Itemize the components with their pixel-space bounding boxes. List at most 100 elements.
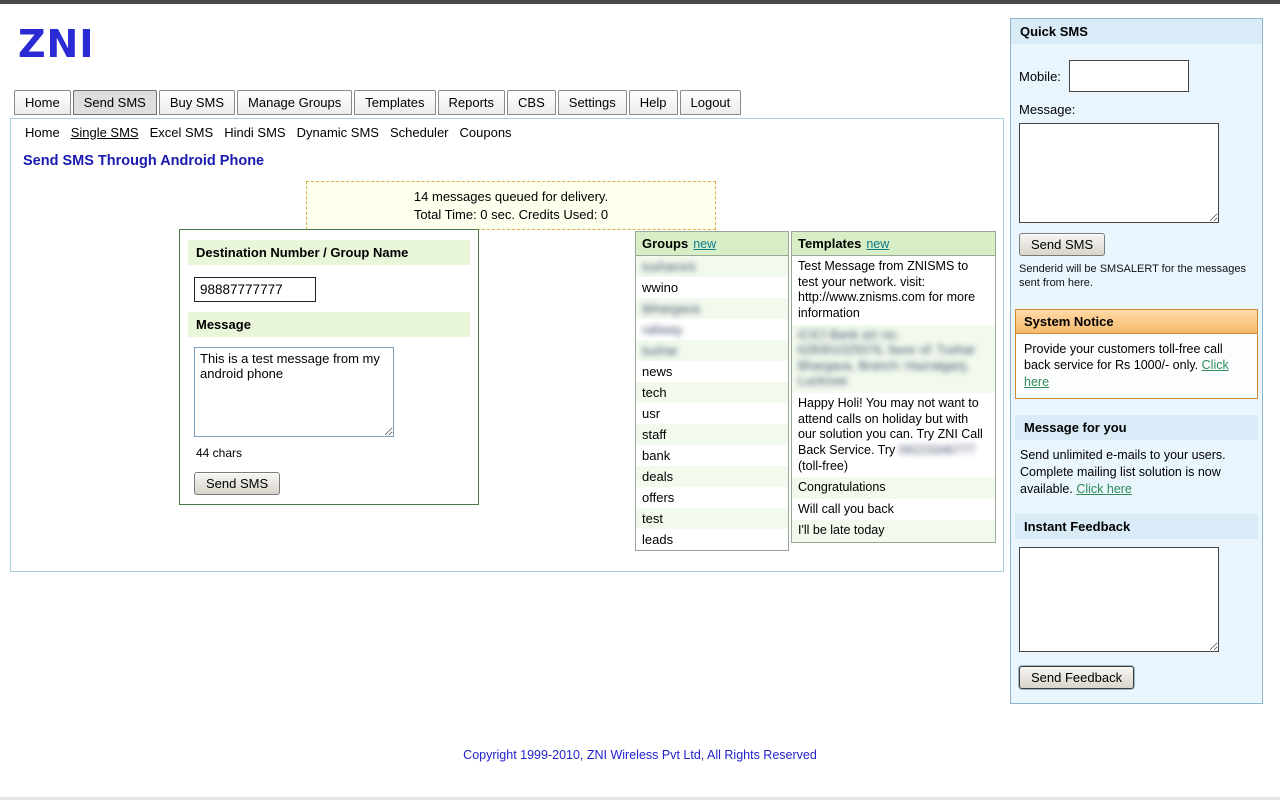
subnav-home[interactable]: Home — [25, 125, 60, 140]
template-row[interactable]: Congratulations — [792, 477, 995, 499]
send-feedback-button[interactable]: Send Feedback — [1019, 666, 1134, 689]
group-row[interactable]: staff — [636, 424, 788, 445]
template-text: (toll-free) — [798, 459, 848, 473]
groups-table: Groups new tusharoni wwino tbhargava railway… — [635, 231, 789, 551]
group-row[interactable]: news — [636, 361, 788, 382]
group-row[interactable]: usr — [636, 403, 788, 424]
subnav-coupons[interactable]: Coupons — [460, 125, 512, 140]
groups-title: Groups — [642, 236, 688, 251]
tab-logout[interactable]: Logout — [680, 90, 742, 115]
group-name: railway — [642, 322, 682, 337]
template-row[interactable]: Happy Holi! You may not want to attend c… — [792, 393, 995, 477]
group-name: news — [642, 364, 672, 379]
message-for-you-body: Send unlimited e-mails to your users. Co… — [1011, 440, 1262, 498]
template-text: Will call you back — [798, 502, 894, 516]
mobile-row: Mobile: — [1019, 60, 1254, 92]
sidebar: Quick SMS Mobile: Message: Send SMS Send… — [1010, 18, 1263, 704]
groups-new-link[interactable]: new — [693, 237, 716, 251]
templates-title: Templates — [798, 236, 861, 251]
group-name: wwino — [642, 280, 678, 295]
group-name: offers — [642, 490, 674, 505]
group-name: tushar — [642, 343, 678, 358]
group-name: tbhargava — [642, 301, 700, 316]
tab-cbs[interactable]: CBS — [507, 90, 556, 115]
subnav-excel-sms[interactable]: Excel SMS — [150, 125, 214, 140]
template-row[interactable]: Test Message from ZNISMS to test your ne… — [792, 256, 995, 325]
templates-header: Templates new — [792, 232, 995, 256]
footer: Copyright 1999-2010, ZNI Wireless Pvt Lt… — [0, 748, 1280, 762]
main-nav: HomeSend SMSBuy SMSManage GroupsTemplate… — [14, 90, 741, 115]
templates-table: Templates new Test Message from ZNISMS to… — [791, 231, 996, 543]
mobile-label: Mobile: — [1019, 69, 1061, 84]
template-text: 09223346777 — [899, 443, 975, 457]
group-row[interactable]: tbhargava — [636, 298, 788, 319]
groups-header: Groups new — [636, 232, 788, 256]
group-name: tusharoni — [642, 259, 695, 274]
groups-list: tusharoni wwino tbhargava railway tushar news… — [636, 256, 788, 550]
group-row[interactable]: deals — [636, 466, 788, 487]
group-name: bank — [642, 448, 670, 463]
group-row[interactable]: tech — [636, 382, 788, 403]
group-row[interactable]: railway — [636, 319, 788, 340]
senderid-note: Senderid will be SMSALERT for the messag… — [1019, 262, 1254, 291]
char-count: 44 chars — [196, 446, 478, 460]
mobile-input[interactable] — [1069, 60, 1189, 92]
template-row[interactable]: Will call you back — [792, 499, 995, 521]
queue-notice-line1: 14 messages queued for delivery. — [311, 188, 711, 206]
template-text: ICICI Bank a/c no. 628301025076, favor o… — [798, 328, 975, 389]
quick-message-label: Message: — [1019, 102, 1254, 117]
group-row[interactable]: tushar — [636, 340, 788, 361]
group-row[interactable]: offers — [636, 487, 788, 508]
system-notice-text: Provide your customers toll-free call ba… — [1024, 342, 1223, 373]
sub-nav: Home Single SMS Excel SMS Hindi SMS Dynamic … — [25, 125, 523, 140]
message-textarea[interactable]: This is a test message from my android p… — [194, 347, 394, 437]
tab-help[interactable]: Help — [629, 90, 678, 115]
group-name: test — [642, 511, 663, 526]
content-panel: Home Single SMS Excel SMS Hindi SMS Dynamic … — [10, 118, 1004, 572]
queue-notice: 14 messages queued for delivery. Total T… — [306, 181, 716, 230]
template-row[interactable]: I'll be late today — [792, 520, 995, 542]
group-row[interactable]: tusharoni — [636, 256, 788, 277]
tab-templates[interactable]: Templates — [354, 90, 435, 115]
templates-new-link[interactable]: new — [866, 237, 889, 251]
destination-input[interactable] — [194, 277, 316, 302]
group-name: deals — [642, 469, 673, 484]
template-text: Test Message from ZNISMS to test your ne… — [798, 259, 975, 320]
message-for-you-link[interactable]: Click here — [1076, 482, 1132, 496]
quick-sms-header: Quick SMS — [1011, 19, 1262, 44]
group-row[interactable]: bank — [636, 445, 788, 466]
tab-reports[interactable]: Reports — [438, 90, 506, 115]
group-name: staff — [642, 427, 666, 442]
message-for-you-header: Message for you — [1015, 415, 1258, 440]
queue-notice-line2: Total Time: 0 sec. Credits Used: 0 — [311, 206, 711, 224]
subnav-single-sms[interactable]: Single SMS — [71, 125, 139, 140]
instant-feedback-header: Instant Feedback — [1015, 514, 1258, 539]
subnav-hindi-sms[interactable]: Hindi SMS — [224, 125, 285, 140]
group-name: tech — [642, 385, 667, 400]
window-top-border — [0, 0, 1280, 4]
group-row[interactable]: wwino — [636, 277, 788, 298]
feedback-textarea[interactable] — [1019, 547, 1219, 652]
logo: ZNI — [18, 22, 95, 66]
tab-home[interactable]: Home — [14, 90, 71, 115]
message-header: Message — [188, 312, 470, 337]
tab-settings[interactable]: Settings — [558, 90, 627, 115]
templates-list: Test Message from ZNISMS to test your ne… — [792, 256, 995, 542]
group-row[interactable]: leads — [636, 529, 788, 550]
destination-header: Destination Number / Group Name — [188, 240, 470, 265]
tab-manage-groups[interactable]: Manage Groups — [237, 90, 352, 115]
tab-send-sms[interactable]: Send SMS — [73, 90, 157, 115]
system-notice: System Notice Provide your customers tol… — [1015, 309, 1258, 400]
system-notice-body: Provide your customers toll-free call ba… — [1016, 334, 1257, 399]
subnav-dynamic-sms[interactable]: Dynamic SMS — [297, 125, 379, 140]
send-sms-button[interactable]: Send SMS — [194, 472, 280, 495]
system-notice-header: System Notice — [1016, 310, 1257, 334]
group-row[interactable]: test — [636, 508, 788, 529]
tab-buy-sms[interactable]: Buy SMS — [159, 90, 235, 115]
quick-send-sms-button[interactable]: Send SMS — [1019, 233, 1105, 256]
template-text: Congratulations — [798, 480, 886, 494]
quick-message-textarea[interactable] — [1019, 123, 1219, 223]
template-row[interactable]: ICICI Bank a/c no. 628301025076, favor o… — [792, 325, 995, 394]
page-title: Send SMS Through Android Phone — [23, 153, 264, 169]
subnav-scheduler[interactable]: Scheduler — [390, 125, 449, 140]
